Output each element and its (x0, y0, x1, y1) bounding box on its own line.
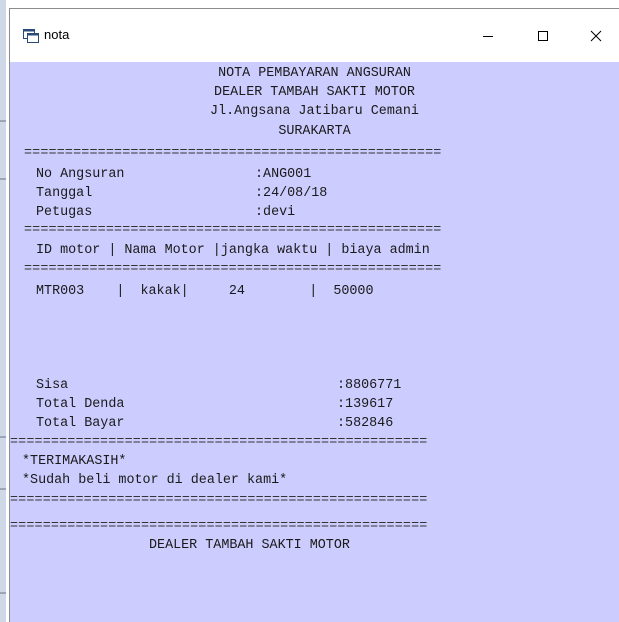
no-angsuran-value: :ANG001 (255, 167, 312, 182)
petugas-value: :devi (255, 205, 296, 220)
tanggal-label: Tanggal (36, 186, 93, 201)
close-icon (590, 30, 602, 41)
edge-tick (0, 592, 6, 594)
edge-tick (0, 178, 6, 180)
no-angsuran-label: No Angsuran (36, 167, 125, 182)
receipt-title: NOTA PEMBAYARAN ANGSURAN (218, 66, 411, 81)
dealer-name: DEALER TAMBAH SAKTI MOTOR (214, 85, 415, 100)
petugas-label: Petugas (36, 205, 93, 220)
separator: ========================================… (10, 435, 428, 450)
close-button[interactable] (573, 9, 619, 62)
footer-dealer-name: DEALER TAMBAH SAKTI MOTOR (149, 538, 350, 553)
footer-message: *Sudah beli motor di dealer kami* (22, 473, 288, 488)
window-title: nota (44, 27, 70, 42)
thanks-text: *TERIMAKASIH* (22, 454, 127, 469)
maximize-icon (538, 30, 548, 41)
background-window-edge (0, 0, 6, 622)
separator: ========================================… (10, 493, 428, 508)
edge-tick (0, 488, 6, 490)
nota-window: nota NOTA PEMBAYARAN ANGSURAN DEALER TAM… (9, 8, 619, 622)
maximize-button[interactable] (520, 9, 566, 62)
total-denda-value: :139617 (337, 397, 394, 412)
minimize-button[interactable] (465, 9, 511, 62)
edge-tick (0, 120, 6, 122)
separator: ========================================… (24, 146, 442, 161)
separator: ========================================… (24, 223, 442, 238)
dealer-address: Jl.Angsana Jatibaru Cemani (210, 104, 419, 119)
dealer-city: SURAKARTA (278, 124, 351, 139)
app-icon (23, 29, 39, 43)
separator: ========================================… (10, 519, 428, 534)
tanggal-value: :24/08/18 (255, 186, 328, 201)
total-bayar-value: :582846 (337, 416, 394, 431)
total-denda-label: Total Denda (36, 397, 125, 412)
sisa-label: Sisa (36, 378, 69, 393)
table-row: MTR003 | kakak| 24 | 50000 (36, 284, 374, 299)
minimize-icon (483, 35, 493, 37)
sisa-value: :8806771 (337, 378, 402, 393)
total-bayar-label: Total Bayar (36, 416, 125, 431)
table-header: ID motor | Nama Motor |jangka waktu | bi… (36, 243, 430, 258)
edge-tick (0, 436, 6, 438)
receipt-content: NOTA PEMBAYARAN ANGSURAN DEALER TAMBAH S… (10, 62, 619, 622)
title-bar[interactable]: nota (10, 9, 619, 62)
separator: ========================================… (24, 262, 442, 277)
